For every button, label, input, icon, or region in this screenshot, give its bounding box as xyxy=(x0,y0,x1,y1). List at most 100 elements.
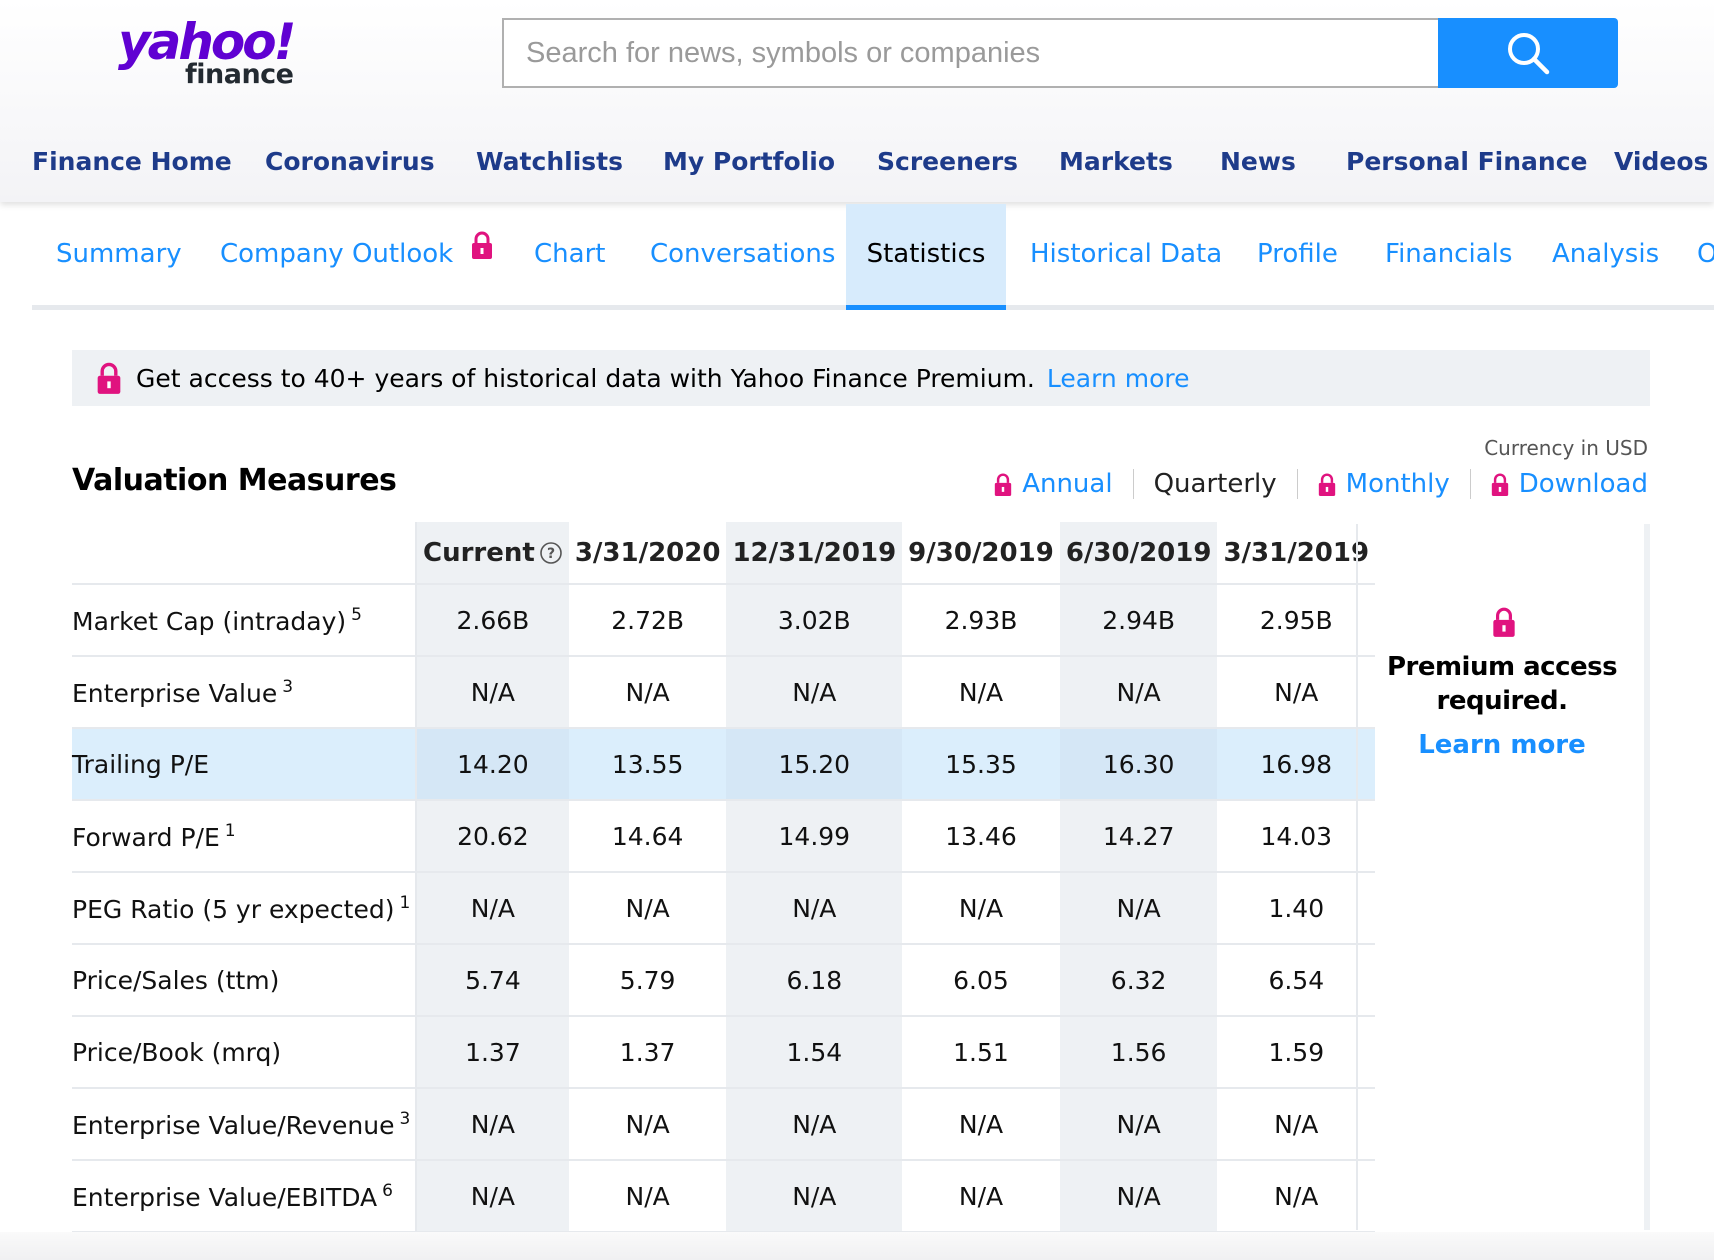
table-cell: 6.54 xyxy=(1217,944,1376,1017)
tab-financials[interactable]: Financials xyxy=(1385,204,1512,310)
table-cell: 16.98 xyxy=(1217,728,1376,801)
footnote-marker: 1 xyxy=(224,820,236,841)
premium-learn-more-link[interactable]: Learn more xyxy=(1358,730,1646,760)
column-header: 3/31/2019 xyxy=(1217,522,1376,585)
table-cell: N/A xyxy=(1059,656,1218,729)
nav-news[interactable]: News xyxy=(1220,140,1296,184)
tab-profile[interactable]: Profile xyxy=(1257,204,1338,310)
table-cell: 6.18 xyxy=(726,944,903,1017)
row-label-text: Market Cap (intraday) xyxy=(72,606,347,636)
search-input[interactable] xyxy=(502,18,1438,88)
nav-coronavirus[interactable]: Coronavirus xyxy=(265,140,435,184)
nav-my-portfolio[interactable]: My Portfolio xyxy=(663,140,835,184)
column-header-label: Current xyxy=(423,537,535,568)
table-cell: 2.95B xyxy=(1217,584,1376,657)
tab-options[interactable]: O xyxy=(1697,204,1714,310)
row-label: Enterprise Value/Revenue 3 xyxy=(72,1088,417,1161)
nav-finance-home[interactable]: Finance Home xyxy=(32,140,232,184)
table-cell: 3.02B xyxy=(726,584,903,657)
nav-videos[interactable]: Videos xyxy=(1614,140,1708,184)
table-cell: N/A xyxy=(568,656,727,729)
yahoo-finance-logo[interactable]: yahoo! finance xyxy=(118,12,318,96)
tab-company-outlook[interactable]: Company Outlook xyxy=(220,204,493,310)
tab-historical-data[interactable]: Historical Data xyxy=(1030,204,1222,310)
table-row: Market Cap (intraday) 5 2.66B 2.72B 3.02B… xyxy=(72,584,1376,657)
footnote-marker: 3 xyxy=(399,1108,411,1129)
footnote-marker: 3 xyxy=(282,676,294,697)
table-cell: 14.20 xyxy=(416,728,569,801)
table-row: Forward P/E 1 20.62 14.64 14.99 13.46 14.… xyxy=(72,800,1376,873)
table-cell: N/A xyxy=(726,1088,903,1161)
row-label: Enterprise Value/EBITDA 6 xyxy=(72,1160,417,1233)
table-cell: N/A xyxy=(568,872,727,945)
tab-summary[interactable]: Summary xyxy=(56,204,182,310)
table-cell: 2.94B xyxy=(1059,584,1218,657)
table-cell: N/A xyxy=(902,1088,1060,1161)
column-header: 6/30/2019 xyxy=(1059,522,1218,585)
tab-analysis[interactable]: Analysis xyxy=(1552,204,1659,310)
row-label: Market Cap (intraday) 5 xyxy=(72,584,417,657)
row-label-text: Enterprise Value/EBITDA xyxy=(72,1182,378,1212)
table-cell: 1.59 xyxy=(1217,1016,1376,1089)
table-cell: N/A xyxy=(416,1088,569,1161)
table-cell: 14.27 xyxy=(1059,800,1218,873)
valuation-table-wrap: Current? 3/31/2020 12/31/2019 9/30/2019 … xyxy=(72,522,1376,1233)
table-cell: N/A xyxy=(416,872,569,945)
tab-conversations[interactable]: Conversations xyxy=(650,204,835,310)
row-label: Forward P/E 1 xyxy=(72,800,417,873)
download-link[interactable]: Download xyxy=(1469,469,1648,499)
table-row: Price/Sales (ttm) 5.74 5.79 6.18 6.05 6.… xyxy=(72,944,1376,1017)
row-label: Price/Book (mrq) xyxy=(72,1016,417,1089)
table-cell: N/A xyxy=(568,1088,727,1161)
table-cell: N/A xyxy=(1059,872,1218,945)
banner-learn-more-link[interactable]: Learn more xyxy=(1047,364,1190,393)
tab-statistics[interactable]: Statistics xyxy=(846,204,1006,310)
period-monthly[interactable]: Monthly xyxy=(1296,469,1470,499)
row-label-text: Enterprise Value xyxy=(72,678,278,708)
row-label-text: Price/Book (mrq) xyxy=(72,1037,282,1067)
table-cell: 6.05 xyxy=(902,944,1060,1017)
table-cell: 2.66B xyxy=(416,584,569,657)
table-cell: 14.99 xyxy=(726,800,903,873)
nav-watchlists[interactable]: Watchlists xyxy=(476,140,623,184)
nav-markets[interactable]: Markets xyxy=(1059,140,1173,184)
table-cell: N/A xyxy=(726,1160,903,1233)
column-header: 12/31/2019 xyxy=(726,522,903,585)
table-cell: 1.54 xyxy=(726,1016,903,1089)
period-quarterly[interactable]: Quarterly xyxy=(1132,469,1297,499)
nav-screeners[interactable]: Screeners xyxy=(877,140,1018,184)
premium-banner: Get access to 40+ years of historical da… xyxy=(72,350,1650,406)
row-label: Price/Sales (ttm) xyxy=(72,944,417,1017)
table-cell: N/A xyxy=(1059,1160,1218,1233)
row-label: PEG Ratio (5 yr expected) 1 xyxy=(72,872,417,945)
table-cell: N/A xyxy=(726,656,903,729)
table-cell: N/A xyxy=(902,656,1060,729)
table-cell: N/A xyxy=(1217,1088,1376,1161)
table-cell: 20.62 xyxy=(416,800,569,873)
header-blank xyxy=(72,522,417,585)
premium-message: Premium access required. xyxy=(1386,652,1618,716)
table-cell: N/A xyxy=(726,872,903,945)
column-header: 3/31/2020 xyxy=(568,522,727,585)
table-cell: N/A xyxy=(568,1160,727,1233)
column-header: Current? xyxy=(416,522,569,585)
table-cell: 2.93B xyxy=(902,584,1060,657)
tab-chart[interactable]: Chart xyxy=(534,204,605,310)
period-monthly-label: Monthly xyxy=(1345,469,1450,499)
row-label-text: Forward P/E xyxy=(72,822,220,852)
search-button[interactable] xyxy=(1438,18,1618,88)
period-annual[interactable]: Annual xyxy=(974,469,1132,499)
row-label: Enterprise Value 3 xyxy=(72,656,417,729)
table-row: Enterprise Value/Revenue 3 N/A N/A N/A N/… xyxy=(72,1088,1376,1161)
table-cell: 1.56 xyxy=(1059,1016,1218,1089)
help-icon[interactable]: ? xyxy=(539,541,563,565)
table-cell: 1.37 xyxy=(416,1016,569,1089)
nav-personal-finance[interactable]: Personal Finance xyxy=(1346,140,1588,184)
tab-company-outlook-label: Company Outlook xyxy=(220,239,454,269)
lock-icon xyxy=(1318,473,1335,496)
table-cell: 14.64 xyxy=(568,800,727,873)
table-cell: N/A xyxy=(1059,1088,1218,1161)
svg-text:?: ? xyxy=(547,546,555,562)
table-row: Price/Book (mrq) 1.37 1.37 1.54 1.51 1.5… xyxy=(72,1016,1376,1089)
search-icon xyxy=(1508,33,1550,75)
